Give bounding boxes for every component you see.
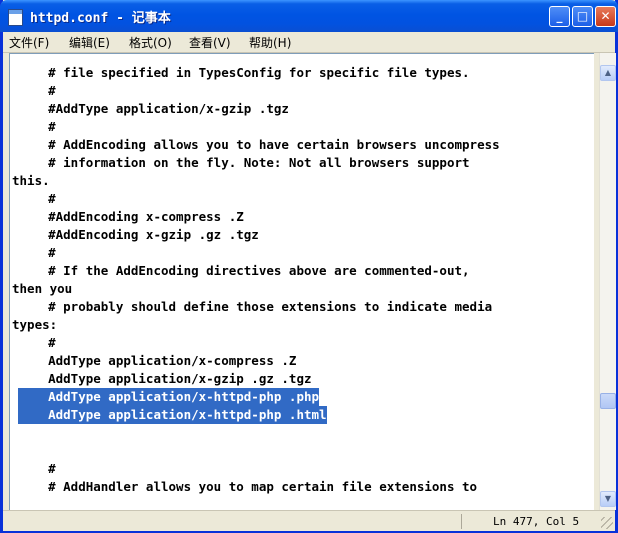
editor-line: AddType application/x-gzip .gz .tgz [18,371,312,386]
menu-edit[interactable]: 编辑(E) [69,34,110,51]
editor-line: then you [12,281,73,296]
editor-line: #AddType application/x-gzip .tgz [18,101,289,116]
editor-line-selected: AddType application/x-httpd-php .php [18,388,320,406]
editor-line: # information on the fly. Note: Not all … [18,155,470,170]
editor-line: # [18,191,56,206]
minimize-button[interactable]: _ [549,6,570,27]
menu-format[interactable]: 格式(O) [129,34,172,51]
editor-line: # file specified in TypesConfig for spec… [18,65,470,80]
status-bar: Ln 477, Col 5 [3,510,615,531]
title-bar[interactable]: httpd.conf - 记事本 _ □ ✕ [0,0,618,32]
maximize-icon: □ [576,9,589,23]
menu-view[interactable]: 查看(V) [189,34,231,51]
editor-line: # If the AddEncoding directives above ar… [18,263,470,278]
chevron-down-icon: ▼ [604,494,612,503]
editor-line: # [18,335,56,350]
menu-help[interactable]: 帮助(H) [249,34,291,51]
editor-line: types: [12,317,58,332]
editor-line: # AddEncoding allows you to have certain… [18,137,500,152]
editor-line: # probably should define those extension… [18,299,493,314]
scrollbar-thumb[interactable] [600,393,616,409]
editor-line: this. [12,173,50,188]
editor-line: # [18,245,56,260]
editor-line: #AddEncoding x-gzip .gz .tgz [18,227,259,242]
resize-grip-icon[interactable] [601,517,613,529]
editor-line: # [18,119,56,134]
editor-line: #AddEncoding x-compress .Z [18,209,244,224]
notepad-app-icon[interactable] [8,9,23,26]
editor-line: # [18,83,56,98]
cursor-position: Ln 477, Col 5 [493,515,580,528]
chevron-up-icon: ▲ [604,68,612,77]
vertical-scrollbar[interactable]: ▲ ▼ [599,53,616,510]
notepad-window: httpd.conf - 记事本 _ □ ✕ 文件(F) 编辑(E) 格式(O)… [0,0,618,533]
menu-bar: 文件(F) 编辑(E) 格式(O) 查看(V) 帮助(H) [3,32,615,53]
menu-file[interactable]: 文件(F) [9,34,49,51]
window-title: httpd.conf - 记事本 [30,11,171,26]
maximize-button[interactable]: □ [572,6,593,27]
editor-line: AddType application/x-compress .Z [18,353,297,368]
editor-line: # AddHandler allows you to map certain f… [18,479,478,494]
close-icon: ✕ [600,9,611,23]
status-divider [461,514,462,529]
minimize-icon: _ [556,9,563,23]
text-editor-area[interactable]: # file specified in TypesConfig for spec… [9,53,594,511]
scroll-down-button[interactable]: ▼ [600,491,616,507]
editor-line-selected: AddType application/x-httpd-php .html [18,406,327,424]
editor-line: # [18,461,56,476]
close-button[interactable]: ✕ [595,6,616,27]
scroll-up-button[interactable]: ▲ [600,65,616,81]
